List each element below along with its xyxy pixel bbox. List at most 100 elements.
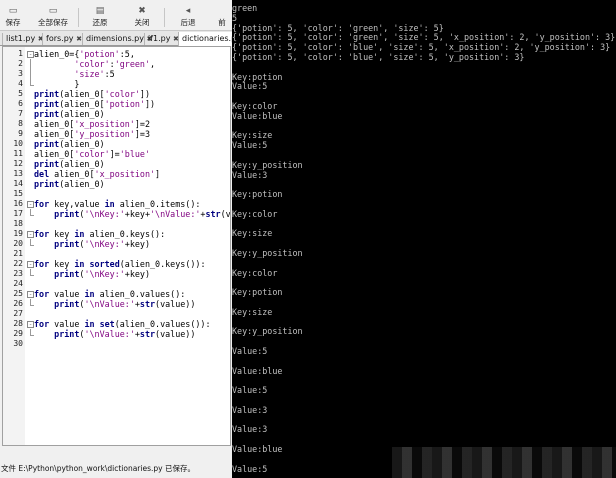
code-text: print(alien_0) — [34, 159, 105, 169]
tab-if1[interactable]: if1.py ✖ — [144, 33, 179, 45]
terminal-line: Key:y_position — [232, 159, 303, 170]
save-all-button[interactable]: ▭ 全部保存 — [34, 5, 72, 30]
code-text: for key in alien_0.keys(): — [34, 229, 166, 239]
code-line[interactable]: 15 — [3, 189, 230, 199]
code-line[interactable]: 27 — [3, 309, 230, 319]
close-icon: ✖ — [138, 6, 146, 16]
code-text: } — [34, 79, 80, 89]
code-line[interactable]: 26 print('\nValue:'+str(value)) — [3, 299, 230, 309]
code-line[interactable]: 22- for key in sorted(alien_0.keys()): — [3, 259, 230, 269]
line-number: 18 — [13, 219, 23, 228]
code-line[interactable]: 14 print(alien_0) — [3, 179, 230, 189]
code-line[interactable]: 25- for value in alien_0.values(): — [3, 289, 230, 299]
terminal-line: Value:3 — [232, 404, 268, 415]
code-line[interactable]: 20 print('\nKey:'+key) — [3, 239, 230, 249]
code-text: alien_0['y_position']=3 — [34, 129, 150, 139]
line-number: 22 — [13, 259, 23, 268]
terminal-line: {'potion': 5, 'color': 'blue', 'size': 5… — [232, 42, 611, 53]
line-number: 27 — [13, 309, 23, 318]
fold-toggle-icon[interactable]: - — [27, 261, 34, 268]
terminal-line: Key:size — [232, 306, 273, 317]
terminal-line: Value:5 — [232, 463, 268, 474]
line-number: 20 — [13, 239, 23, 248]
line-number: 5 — [18, 89, 23, 98]
code-line[interactable]: 24 — [3, 279, 230, 289]
tab-dictionaries[interactable]: dictionaries.py ✖ — [178, 32, 232, 46]
line-number: 30 — [13, 339, 23, 348]
code-editor[interactable]: 1- alien_0={'potion':5, 2 'color':'green',… — [2, 46, 231, 446]
fold-toggle-icon[interactable]: - — [27, 321, 34, 328]
code-line[interactable]: 17 print('\nKey:'+key+'\nValue:'+str(va — [3, 209, 230, 219]
terminal-line: Key:potion — [232, 189, 283, 200]
terminal-line: Key:color — [232, 101, 278, 111]
restore-icon: ▤ — [95, 6, 105, 16]
code-line[interactable]: 11 alien_0['color']='blue' — [3, 149, 230, 159]
line-number: 25 — [13, 289, 23, 298]
code-line[interactable]: 28- for value in set(alien_0.values()): — [3, 319, 230, 329]
line-number: 12 — [13, 159, 23, 168]
code-text: print(alien_0) — [34, 139, 105, 149]
forward-button[interactable]: 前 — [212, 5, 232, 30]
terminal-line: Key:potion — [232, 71, 283, 82]
back-button[interactable]: ◂ 后退 — [176, 5, 200, 30]
restore-button[interactable]: ▤ 还原 — [88, 5, 112, 30]
code-line[interactable]: 9 alien_0['y_position']=3 — [3, 129, 230, 139]
code-line[interactable]: 5 print(alien_0['color']) — [3, 89, 230, 99]
code-text: for key,value in alien_0.items(): — [34, 199, 201, 209]
terminal-output: green 5 {'potion': 5, 'color': 'green', 's… — [232, 0, 616, 478]
terminal-line: Key:y_position — [232, 248, 303, 258]
code-line[interactable]: 19- for key in alien_0.keys(): — [3, 229, 230, 239]
line-number: 9 — [18, 129, 23, 138]
line-number: 10 — [13, 139, 23, 148]
code-line[interactable]: 3 'size':5 — [3, 69, 230, 79]
terminal-line: green — [232, 3, 258, 13]
terminal-line: Value:blue — [232, 444, 283, 454]
line-number: 15 — [13, 189, 23, 198]
toolbar-separator — [164, 8, 165, 27]
code-line[interactable]: 7 print(alien_0) — [3, 109, 230, 119]
line-number: 21 — [13, 249, 23, 258]
tab-fors[interactable]: fors.py ✖ — [42, 33, 82, 45]
code-line[interactable]: 16- for key,value in alien_0.items(): — [3, 199, 230, 209]
tab-list1[interactable]: list1.py ✖ — [2, 33, 44, 45]
save-icon: ▭ — [8, 6, 18, 16]
toolbar-separator — [78, 8, 79, 27]
code-line[interactable]: 1- alien_0={'potion':5, — [3, 49, 230, 59]
terminal-line: Value:blue — [232, 110, 283, 121]
code-text: for key in sorted(alien_0.keys()): — [34, 259, 206, 269]
save-button[interactable]: ▭ 保存 — [2, 5, 24, 30]
tab-dimensions[interactable]: dimensions.py ✖ — [82, 33, 152, 45]
line-number: 19 — [13, 229, 23, 238]
line-number: 2 — [18, 59, 23, 68]
terminal-line: Key:size — [232, 228, 273, 239]
code-line[interactable]: 10 print(alien_0) — [3, 139, 230, 149]
terminal-line: Value:3 — [232, 169, 268, 180]
code-line[interactable]: 2 'color':'green', — [3, 59, 230, 69]
fold-toggle-icon[interactable]: - — [27, 291, 34, 298]
close-button[interactable]: ✖ 关闭 — [130, 5, 154, 30]
code-text: print(alien_0['potion']) — [34, 99, 156, 109]
fold-toggle-icon[interactable]: - — [27, 201, 34, 208]
code-line[interactable]: 6 print(alien_0['potion']) — [3, 99, 230, 109]
code-line[interactable]: 30 — [3, 339, 230, 349]
line-number: 28 — [13, 319, 23, 328]
terminal-line: {'potion': 5, 'color': 'blue', 'size': 5… — [232, 52, 525, 62]
terminal-line: Value:3 — [232, 424, 268, 435]
code-line[interactable]: 8 alien_0['x_position']=2 — [3, 119, 230, 129]
code-line[interactable]: 23 print('\nKey:'+key) — [3, 269, 230, 279]
save-all-icon: ▭ — [48, 6, 58, 16]
code-line[interactable]: 4 } — [3, 79, 230, 89]
code-line[interactable]: 12 print(alien_0) — [3, 159, 230, 169]
code-line[interactable]: 29 print('\nValue:'+str(value)) — [3, 329, 230, 339]
code-line[interactable]: 13 del alien_0['x_position'] — [3, 169, 230, 179]
line-number: 23 — [13, 269, 23, 278]
fold-toggle-icon[interactable]: - — [27, 231, 34, 238]
code-text: 'color':'green', — [74, 59, 156, 69]
fold-line-icon — [30, 59, 31, 69]
fold-toggle-icon[interactable]: - — [27, 51, 34, 58]
code-line[interactable]: 21 — [3, 249, 230, 259]
code-text: del alien_0['x_position'] — [34, 169, 161, 179]
code-line[interactable]: 18 — [3, 219, 230, 229]
line-number: 29 — [13, 329, 23, 338]
editor-window: ▭ 保存 ▭ 全部保存 ▤ 还原 ✖ 关闭 ◂ 后退 前 list1.py ✖ — [0, 0, 232, 478]
